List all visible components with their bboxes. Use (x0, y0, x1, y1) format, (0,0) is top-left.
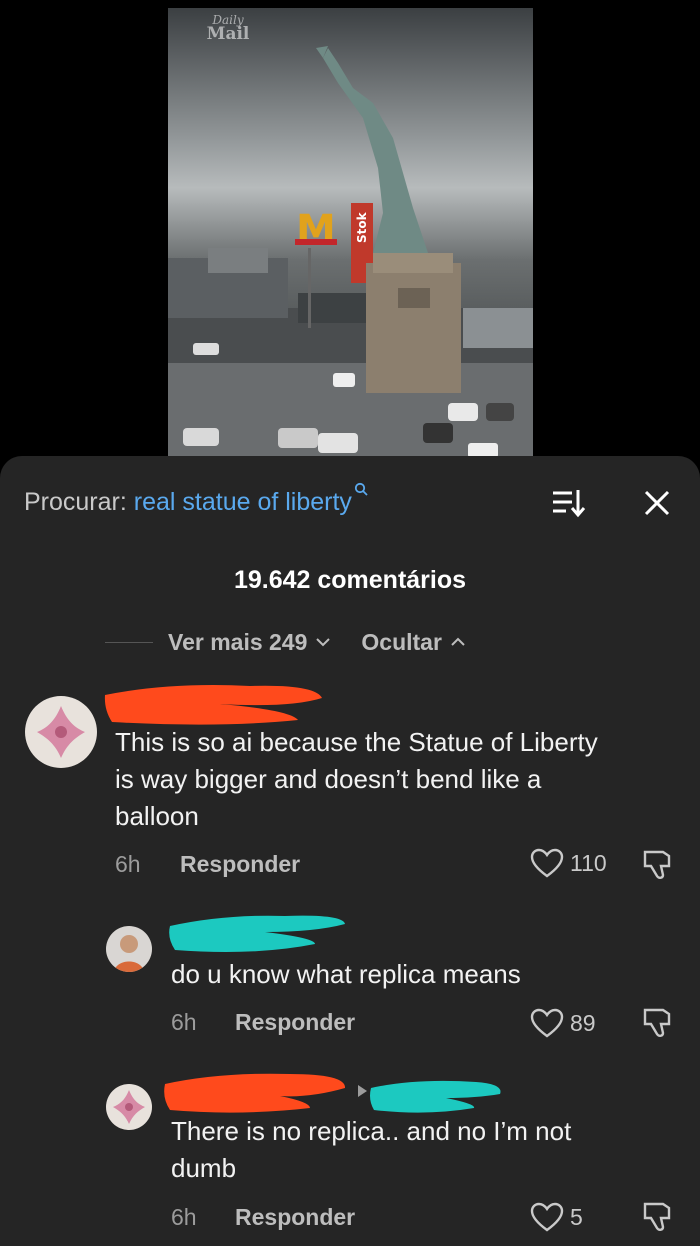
search-prefix: Procurar: (24, 488, 127, 516)
comment-count: 19.642 comentários (233, 566, 467, 594)
redacted-username (169, 915, 345, 952)
like-count: 5 (570, 1203, 583, 1230)
thread-divider (105, 641, 153, 643)
comment-time: 6h (171, 1204, 197, 1230)
comments-sheet: Procurar: real statue of liberty 19.642 … (0, 456, 700, 1246)
redacted-username (164, 1073, 346, 1113)
see-more-replies-button[interactable]: Ver mais 249 (168, 629, 307, 656)
close-icon[interactable] (640, 486, 674, 520)
comment-time: 6h (171, 1009, 197, 1035)
video-frame[interactable]: M Stok Daily Mail (168, 8, 533, 458)
hide-replies-button[interactable]: Ocultar (361, 629, 442, 656)
redacted-username (370, 1080, 501, 1113)
comment-time: 6h (115, 851, 141, 877)
svg-text:Stok: Stok (355, 211, 369, 243)
reply-text: There is no replica.. and no I’m not dum… (171, 1116, 572, 1183)
search-term-link[interactable]: real statue of liberty (134, 488, 352, 516)
dislike-icon[interactable] (641, 1200, 675, 1234)
search-icon (354, 482, 368, 496)
watermark-logo: Daily Mail (206, 13, 250, 44)
avatar[interactable] (106, 1084, 152, 1130)
heart-icon (530, 1202, 564, 1232)
thread-controls: Ver mais 249 Ocultar (105, 626, 496, 658)
like-button[interactable]: 5 (530, 1202, 583, 1232)
like-count: 110 (570, 849, 607, 876)
dislike-icon[interactable] (641, 1006, 675, 1040)
dislike-icon[interactable] (641, 848, 675, 882)
svg-text:M: M (296, 207, 336, 253)
avatar[interactable] (106, 926, 152, 972)
sort-icon[interactable] (550, 486, 586, 520)
heart-icon (530, 1008, 564, 1038)
redacted-username (104, 685, 322, 725)
reply-button[interactable]: Responder (235, 1204, 355, 1231)
comment-text: This is so ai because the Statue of Libe… (115, 727, 598, 831)
reply-text: do u know what replica means (171, 959, 521, 989)
reply-button[interactable]: Responder (180, 851, 300, 878)
search-suggestion[interactable]: Procurar: real statue of liberty (24, 482, 368, 517)
video-scene: M Stok (168, 46, 533, 458)
avatar[interactable] (25, 696, 97, 768)
like-button[interactable]: 89 (530, 1008, 596, 1038)
chevron-down-icon (316, 638, 331, 647)
reply-button[interactable]: Responder (235, 1009, 355, 1036)
like-button[interactable]: 110 (530, 848, 607, 878)
like-count: 89 (570, 1009, 596, 1036)
chevron-up-icon (451, 637, 465, 646)
heart-icon (530, 848, 564, 878)
